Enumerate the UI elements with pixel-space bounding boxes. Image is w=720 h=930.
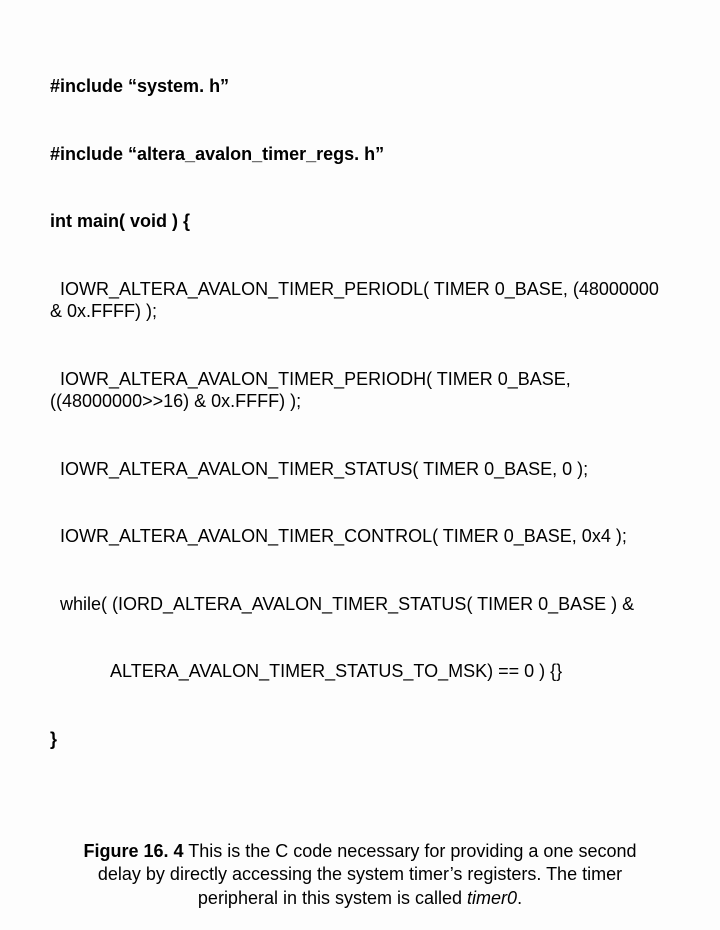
code-line: int main( void ) { (50, 210, 670, 233)
code-line: IOWR_ALTERA_AVALON_TIMER_STATUS( TIMER 0… (50, 458, 670, 481)
figure-timer-name: timer0 (467, 888, 517, 908)
code-line: while( (IORD_ALTERA_AVALON_TIMER_STATUS(… (50, 593, 670, 616)
code-line: ALTERA_AVALON_TIMER_STATUS_TO_MSK) == 0 … (50, 660, 670, 683)
code-line: IOWR_ALTERA_AVALON_TIMER_CONTROL( TIMER … (50, 525, 670, 548)
page: #include “system. h” #include “altera_av… (0, 0, 720, 930)
code-block: #include “system. h” #include “altera_av… (50, 30, 670, 795)
figure-trailing: . (517, 888, 522, 908)
code-line: IOWR_ALTERA_AVALON_TIMER_PERIODL( TIMER … (50, 278, 670, 323)
code-line: IOWR_ALTERA_AVALON_TIMER_PERIODH( TIMER … (50, 368, 670, 413)
code-line: } (50, 728, 670, 751)
figure-label: Figure 16. 4 (84, 841, 184, 861)
code-line: #include “system. h” (50, 75, 670, 98)
figure-caption: Figure 16. 4 This is the C code necessar… (50, 840, 670, 910)
code-line: #include “altera_avalon_timer_regs. h” (50, 143, 670, 166)
